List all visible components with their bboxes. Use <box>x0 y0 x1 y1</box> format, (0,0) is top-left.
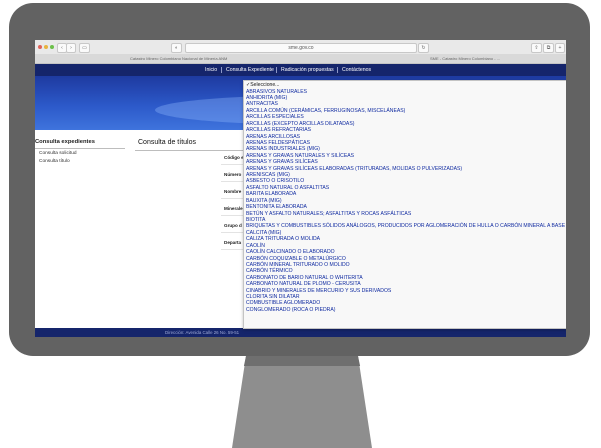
nav-separator <box>276 67 277 73</box>
sidebar-item-consulta-titulo[interactable]: Consulta título <box>39 159 70 164</box>
sidebar-toggle-icon[interactable]: ▭ <box>79 43 90 53</box>
dropdown-option[interactable]: ARENAS INDUSTRIALES (MIG) <box>246 146 320 152</box>
reload-icon[interactable]: ↻ <box>418 43 429 53</box>
new-tab-icon[interactable]: + <box>555 43 565 53</box>
dropdown-option[interactable]: CALIZA TRITURADA O MOLIDA <box>246 236 320 242</box>
page-title: Consulta de títulos <box>138 139 196 146</box>
dropdown-option[interactable]: CARBÓN TÉRMICO <box>246 268 293 274</box>
address-bar[interactable]: sme.gov.co <box>185 43 417 53</box>
dropdown-option[interactable]: CARBONATO DE BARIO NATURAL O WHITERITA <box>246 275 363 281</box>
field-label-codigo: Código e <box>224 155 244 160</box>
dropdown-option[interactable]: CARBÓN COQUIZABLE O METALÚRGICO <box>246 256 346 262</box>
field-label-departamento: Departa <box>224 240 242 245</box>
sidebar-title: Consulta expedientes <box>35 139 95 145</box>
dropdown-option[interactable]: ARENAS FELDESPÁTICAS <box>246 140 310 146</box>
sidebar-divider <box>35 148 125 149</box>
minerals-dropdown-list[interactable]: ✓Seleccione... ABRASIVOS NATURALES ANHIDR… <box>243 80 566 329</box>
site-footer: Dirección: Avenida Calle 26 No. 59-51 <box>35 328 566 337</box>
dropdown-option[interactable]: ARCILLAS (EXCEPTO ARCILLAS DILATADAS) <box>246 121 354 127</box>
footer-address: Dirección: Avenida Calle 26 No. 59-51 <box>165 330 240 335</box>
dropdown-option[interactable]: ARENAS ARCILLOSAS <box>246 134 300 140</box>
field-label-nombre: Nombre <box>224 189 242 194</box>
minimize-window-dot[interactable] <box>44 45 48 49</box>
privacy-icon[interactable]: ◐ <box>171 43 182 53</box>
share-icon[interactable]: ⇧ <box>531 43 542 53</box>
monitor-stand-shadow <box>243 356 361 366</box>
dropdown-option[interactable]: CARBONATO NATURAL DE PLOMO - CERUSITA <box>246 281 361 287</box>
field-label-grupo: Grupo d <box>224 223 242 228</box>
dropdown-option[interactable]: ARENISCAS (MIG) <box>246 172 290 178</box>
nav-item-radicacion-propuestas[interactable]: Radicación propuestas <box>281 64 334 76</box>
dropdown-option[interactable]: ARENAS Y GRAVAS SILÍCEAS ELABORADAS (TRI… <box>246 166 462 172</box>
dropdown-option[interactable]: CINABRIO Y MINERALES DE MERCURIO Y SUS D… <box>246 288 391 294</box>
dropdown-option[interactable]: ARENAS Y GRAVAS SILÍCEAS <box>246 159 318 165</box>
nav-item-contactenos[interactable]: Contáctenos <box>342 64 371 76</box>
dropdown-option[interactable]: ARCILLA COMÚN (CERÁMICAS, FERRUGINOSAS, … <box>246 108 405 114</box>
browser-tabs: Catastro Minero Colombiano Nacional de M… <box>35 54 566 64</box>
dropdown-option[interactable]: BETÚN Y ASFALTO NATURALES; ASFALTITAS Y … <box>246 211 411 217</box>
nav-item-inicio[interactable]: Inicio <box>205 64 217 76</box>
dropdown-option[interactable]: ASBESTO O CRISOTILO <box>246 178 304 184</box>
monitor-stand <box>232 356 372 448</box>
forward-icon[interactable]: › <box>66 43 76 53</box>
sidebar-item-consulta-solicitud[interactable]: Consulta solicitud <box>39 151 77 156</box>
monitor-screen: ‹ › ▭ ◐ sme.gov.co ↻ ⇧ ⧉ + Catastro Mine… <box>35 40 566 337</box>
dropdown-option[interactable]: CALCITA (MIG) <box>246 230 281 236</box>
dropdown-option[interactable]: BARITA ELABORADA <box>246 191 296 197</box>
dropdown-option[interactable]: CAOLÍN CALCINADO O ELABORADO <box>246 249 335 255</box>
dropdown-option[interactable]: CLORITA SIN DILATAR <box>246 294 300 300</box>
field-label-numero: Número <box>224 172 242 177</box>
dropdown-option-selected[interactable]: ✓Seleccione... <box>246 82 279 88</box>
dropdown-option[interactable]: ANTRACITAS <box>246 101 278 107</box>
tab-sme[interactable]: SME - Catastro Minero Colombiano - ... <box>430 55 550 62</box>
dropdown-option[interactable]: CONGLOMERADO (ROCA O PIEDRA) <box>246 307 335 313</box>
dropdown-option[interactable]: ABRASIVOS NATURALES <box>246 89 307 95</box>
dropdown-option[interactable]: ARCILLAS ESPECIALES <box>246 114 304 120</box>
tabs-overview-icon[interactable]: ⧉ <box>543 43 554 53</box>
dropdown-option[interactable]: COMBUSTIBLE AGLOMERADO <box>246 300 320 306</box>
dropdown-option[interactable]: ASFALTO NATURAL O ASFALTITAS <box>246 185 329 191</box>
dropdown-option[interactable]: BENTONITA ELABORADA <box>246 204 307 210</box>
nav-item-consulta-expediente[interactable]: Consulta Expediente <box>226 64 274 76</box>
close-window-dot[interactable] <box>38 45 42 49</box>
browser-toolbar: ‹ › ▭ ◐ sme.gov.co ↻ ⇧ ⧉ + <box>35 40 566 55</box>
maximize-window-dot[interactable] <box>50 45 54 49</box>
dropdown-option[interactable]: ANHIDRITA (MIG) <box>246 95 287 101</box>
site-navigation: Inicio Consulta Expediente Radicación pr… <box>35 64 566 76</box>
field-label-minerales: Minerale <box>224 206 243 211</box>
dropdown-option[interactable]: BRIQUETAS Y COMBUSTIBLES SÓLIDOS ANÁLOGO… <box>246 223 565 229</box>
nav-separator <box>337 67 338 73</box>
dropdown-option[interactable]: BAUXITA (MIG) <box>246 198 282 204</box>
nav-separator <box>221 67 222 73</box>
tab-catastro[interactable]: Catastro Minero Colombiano Nacional de M… <box>130 55 250 62</box>
dropdown-option[interactable]: ARCILLAS REFRACTARIAS <box>246 127 311 133</box>
